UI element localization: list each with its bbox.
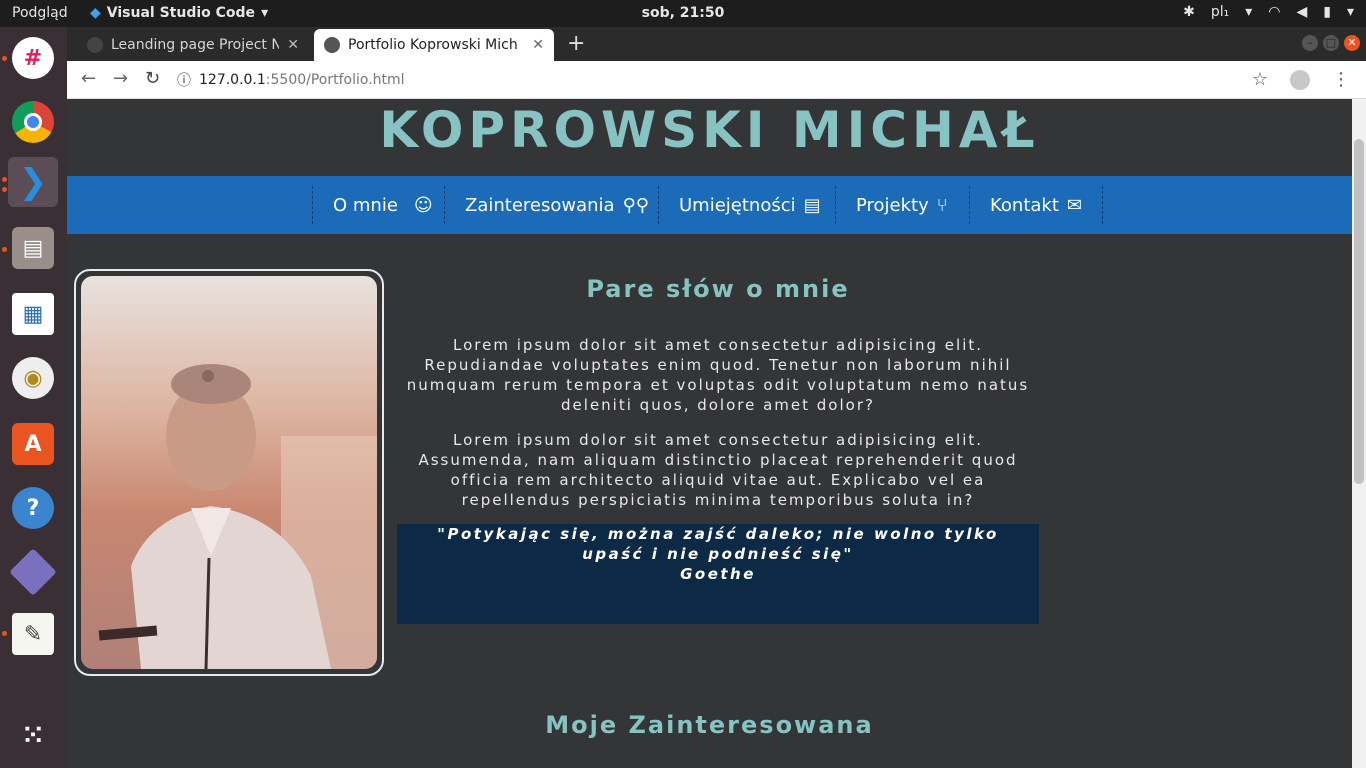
maximize-icon[interactable]: □ — [1323, 35, 1339, 51]
url-path: :5500/Portfolio.html — [265, 72, 405, 88]
browser-toolbar: ← → ↻ ⓘ 127.0.0.1:5500/Portfolio.html ☆ … — [67, 61, 1366, 99]
running-indicator — [2, 247, 7, 252]
running-indicator — [2, 56, 7, 61]
nav-item-projekty[interactable]: Projekty ⑂ — [835, 186, 968, 224]
running-indicator — [2, 631, 7, 636]
vscode-icon: ❯ — [18, 162, 48, 202]
about-heading: Pare słów o mnie — [586, 275, 850, 303]
volume-icon[interactable]: ◀ — [1296, 4, 1307, 20]
forward-arrow-icon[interactable]: → — [113, 68, 128, 89]
document-icon: ▦ — [12, 293, 54, 335]
vm-launcher[interactable] — [8, 547, 58, 597]
os-top-bar: Podgląd ◆ Visual Studio Code ▾ sob, 21:5… — [0, 0, 1366, 27]
nav-label: Kontakt — [990, 194, 1059, 216]
close-window-icon[interactable]: ✕ — [1344, 35, 1360, 51]
bicycle-icon: ⚲⚲ — [622, 194, 649, 216]
back-arrow-icon[interactable]: ← — [81, 68, 96, 89]
app-menu[interactable]: ◆ Visual Studio Code ▾ — [90, 5, 268, 21]
quote-text: "Potykając się, można zajść daleko; nie … — [437, 525, 999, 563]
globe-icon — [324, 37, 340, 53]
slack-icon: # — [12, 37, 54, 79]
notepad-icon: ✎ — [12, 613, 54, 655]
software-launcher[interactable]: A — [8, 419, 58, 469]
nav-label: O mnie — [333, 194, 398, 216]
profile-photo-frame — [74, 269, 384, 676]
running-indicator — [2, 187, 7, 192]
site-nav: O mnie ☺ Zainteresowania ⚲⚲ Umiejętności… — [67, 176, 1352, 234]
new-tab-button[interactable]: + — [567, 31, 585, 56]
system-tray[interactable]: ✱ pl₁ ▾ ◠ ◀ ▮ ▾ — [1183, 4, 1354, 20]
app-menu-label: Visual Studio Code — [106, 5, 256, 21]
envelope-icon: ✉ — [1066, 194, 1082, 216]
nav-item-kontakt[interactable]: Kontakt ✉ — [969, 186, 1103, 224]
nav-label: Zainteresowania — [465, 194, 615, 216]
rhythmbox-launcher[interactable]: ◉ — [8, 353, 58, 403]
page-viewport: KOPROWSKI MICHAŁ O mnie ☺ Zainteresowani… — [67, 99, 1352, 768]
show-apps-button[interactable]: ⁙ — [8, 711, 58, 761]
chevron-down-icon: ▾ — [1346, 4, 1354, 20]
close-icon[interactable]: ✕ — [532, 37, 544, 53]
running-indicator — [2, 177, 7, 182]
favicon-icon — [87, 37, 103, 53]
reload-icon[interactable]: ↻ — [145, 68, 160, 89]
nav-item-umiejetnosci[interactable]: Umiejętności ▤ — [658, 186, 841, 224]
wifi-icon[interactable]: ◠ — [1268, 4, 1280, 20]
toolbar-right: ☆ ⋮ — [1252, 69, 1350, 90]
chevron-down-icon: ▾ — [261, 5, 269, 21]
about-paragraph-1: Lorem ipsum dolor sit amet consectetur a… — [406, 336, 1030, 414]
minimize-icon[interactable]: – — [1302, 35, 1318, 51]
shopping-bag-icon: A — [12, 423, 54, 465]
info-icon[interactable]: ⓘ — [177, 70, 191, 90]
writer-launcher[interactable]: ▦ — [8, 289, 58, 339]
chrome-launcher[interactable] — [8, 97, 58, 147]
scrollbar-thumb[interactable] — [1354, 139, 1364, 484]
tab-landing-page[interactable]: Leanding page Project No ✕ — [77, 29, 309, 61]
chrome-icon — [12, 101, 54, 143]
site-title: KOPROWSKI MICHAŁ — [379, 101, 1040, 159]
battery-icon[interactable]: ▮ — [1323, 4, 1331, 20]
profile-avatar[interactable] — [1290, 69, 1310, 90]
code-branch-icon: ⑂ — [936, 194, 948, 216]
nav-item-zainteresowania[interactable]: Zainteresowania ⚲⚲ — [444, 186, 669, 224]
profile-photo — [81, 276, 377, 669]
interests-heading: Moje Zainteresowana — [545, 711, 874, 739]
nav-label: Projekty — [856, 194, 929, 216]
tab-title: Leanding page Project No — [111, 37, 280, 53]
book-icon: ▤ — [803, 194, 821, 216]
user-astronaut-icon: ☺ — [413, 194, 433, 216]
menu-dots-icon[interactable]: ⋮ — [1332, 69, 1350, 90]
files-launcher[interactable]: ▤ — [8, 223, 58, 273]
page-scrollbar[interactable] — [1352, 99, 1366, 768]
diamond-icon — [9, 548, 57, 596]
tab-title: Portfolio Koprowski Mich — [348, 37, 518, 53]
help-launcher[interactable]: ? — [8, 483, 58, 533]
files-icon: ▤ — [12, 227, 54, 269]
slack-tray-icon[interactable]: ✱ — [1183, 4, 1195, 20]
speaker-icon: ◉ — [12, 357, 54, 399]
activities-button[interactable]: Podgląd — [12, 5, 68, 21]
browser-tab-strip: Leanding page Project No ✕ Portfolio Kop… — [67, 27, 1366, 61]
vscode-launcher[interactable]: ❯ — [8, 157, 58, 207]
grid-icon: ⁙ — [22, 721, 44, 751]
about-paragraph-2: Lorem ipsum dolor sit amet consectetur a… — [418, 431, 1018, 509]
vscode-icon: ◆ — [90, 5, 101, 21]
help-icon: ? — [12, 487, 54, 529]
nav-label: Umiejętności — [679, 194, 796, 216]
tab-portfolio[interactable]: Portfolio Koprowski Mich ✕ — [314, 29, 554, 61]
quote-author: Goethe — [680, 565, 756, 583]
chevron-down-icon: ▾ — [1245, 4, 1253, 20]
nav-item-o-mnie[interactable]: O mnie ☺ — [312, 186, 453, 224]
slack-launcher[interactable]: # — [8, 33, 58, 83]
star-icon[interactable]: ☆ — [1252, 69, 1268, 90]
portrait-illustration — [98, 364, 377, 669]
keyboard-layout[interactable]: pl₁ — [1211, 4, 1229, 20]
text-editor-launcher[interactable]: ✎ — [8, 609, 58, 659]
url-host: 127.0.0.1 — [199, 72, 266, 88]
dock: # ❯ ▤ ▦ ◉ A ? ✎ ⁙ — [0, 27, 67, 768]
close-icon[interactable]: ✕ — [287, 37, 299, 53]
window-controls: – □ ✕ — [1302, 35, 1360, 51]
quote-box: "Potykając się, można zajść daleko; nie … — [397, 524, 1039, 624]
address-bar[interactable]: ⓘ 127.0.0.1:5500/Portfolio.html — [177, 67, 405, 93]
